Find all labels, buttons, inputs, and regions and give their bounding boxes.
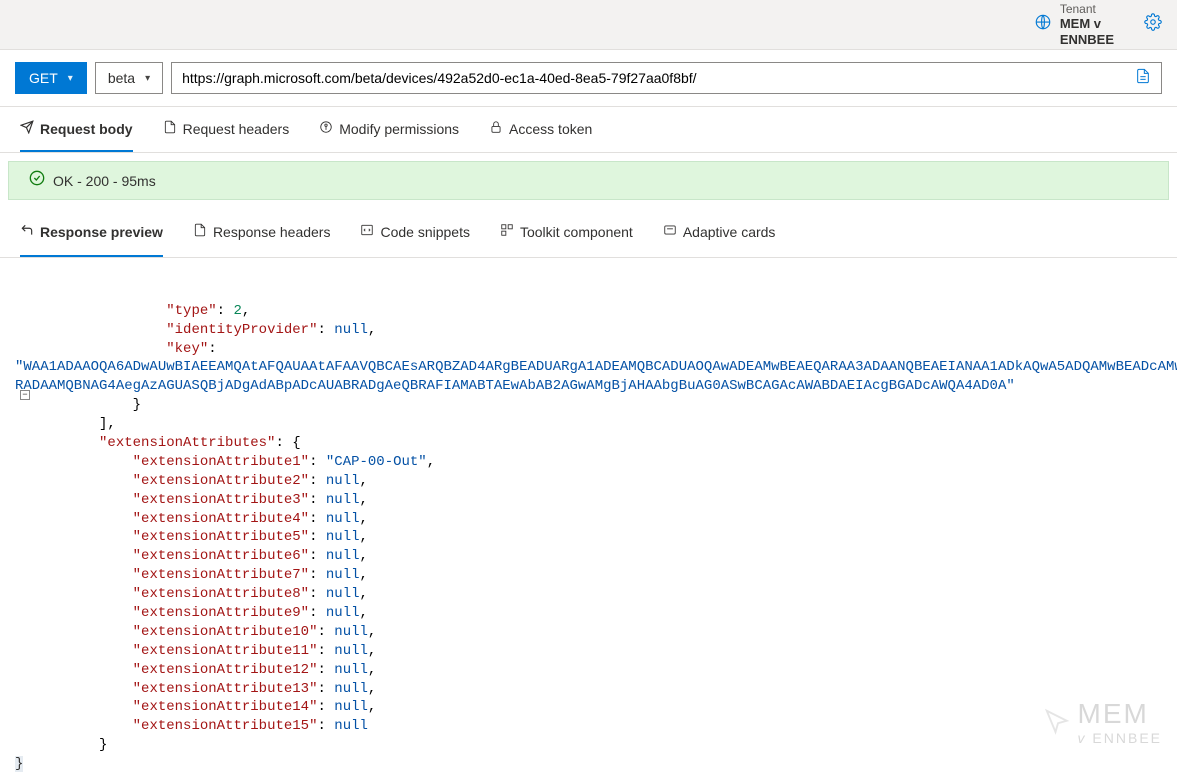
response-tabs: Response preview Response headers Code s… xyxy=(0,208,1177,258)
send-icon xyxy=(20,120,34,137)
globe-icon xyxy=(1034,13,1052,36)
response-json[interactable]: − ······ "type": 2, ······ "identityProv… xyxy=(0,258,1177,784)
tab-adaptive-cards[interactable]: Adaptive cards xyxy=(663,208,776,257)
tab-code-snippets[interactable]: Code snippets xyxy=(360,208,470,257)
query-url-field[interactable] xyxy=(171,62,1162,94)
api-version-dropdown[interactable]: beta ▾ xyxy=(95,62,163,94)
code-icon xyxy=(360,223,374,240)
tab-request-body[interactable]: Request body xyxy=(20,107,133,152)
tab-access-token[interactable]: Access token xyxy=(489,107,592,152)
http-method-dropdown[interactable]: GET ▾ xyxy=(15,62,87,94)
request-tabs: Request body Request headers Modify perm… xyxy=(0,107,1177,153)
status-bar: OK - 200 - 95ms xyxy=(8,161,1169,200)
tab-response-preview[interactable]: Response preview xyxy=(20,208,163,257)
check-circle-icon xyxy=(29,170,45,191)
tenant-label: Tenant xyxy=(1060,2,1114,16)
undo-icon xyxy=(20,223,34,240)
tab-label: Response preview xyxy=(40,224,163,240)
app-header: Tenant MEM v ENNBEE xyxy=(0,0,1177,50)
tab-label: Request headers xyxy=(183,121,290,137)
http-method-label: GET xyxy=(29,70,58,86)
tab-request-headers[interactable]: Request headers xyxy=(163,107,290,152)
document-icon[interactable] xyxy=(1127,68,1151,89)
tab-label: Modify permissions xyxy=(339,121,459,137)
tab-toolkit-component[interactable]: Toolkit component xyxy=(500,208,633,257)
component-icon xyxy=(500,223,514,240)
status-text: OK - 200 - 95ms xyxy=(53,173,156,189)
collapse-toggle[interactable]: − xyxy=(20,390,30,400)
tenant-block[interactable]: Tenant MEM v ENNBEE xyxy=(1034,2,1114,48)
tab-label: Code snippets xyxy=(380,224,470,240)
tab-label: Request body xyxy=(40,121,133,137)
tab-modify-permissions[interactable]: Modify permissions xyxy=(319,107,459,152)
tab-label: Access token xyxy=(509,121,592,137)
document-icon xyxy=(163,120,177,137)
key-icon xyxy=(319,120,333,137)
lock-icon xyxy=(489,120,503,137)
query-bar: GET ▾ beta ▾ xyxy=(0,50,1177,107)
card-icon xyxy=(663,223,677,240)
api-version-label: beta xyxy=(108,70,135,86)
tab-label: Adaptive cards xyxy=(683,224,776,240)
chevron-down-icon: ▾ xyxy=(68,73,73,84)
tenant-name-2: ENNBEE xyxy=(1060,32,1114,48)
gear-icon[interactable] xyxy=(1144,13,1162,36)
chevron-down-icon: ▾ xyxy=(145,73,150,84)
tab-response-headers[interactable]: Response headers xyxy=(193,208,331,257)
query-url-input[interactable] xyxy=(182,70,1127,86)
document-icon xyxy=(193,223,207,240)
tab-label: Response headers xyxy=(213,224,331,240)
tenant-info: Tenant MEM v ENNBEE xyxy=(1060,2,1114,48)
tab-label: Toolkit component xyxy=(520,224,633,240)
tenant-name-1: MEM v xyxy=(1060,16,1114,32)
